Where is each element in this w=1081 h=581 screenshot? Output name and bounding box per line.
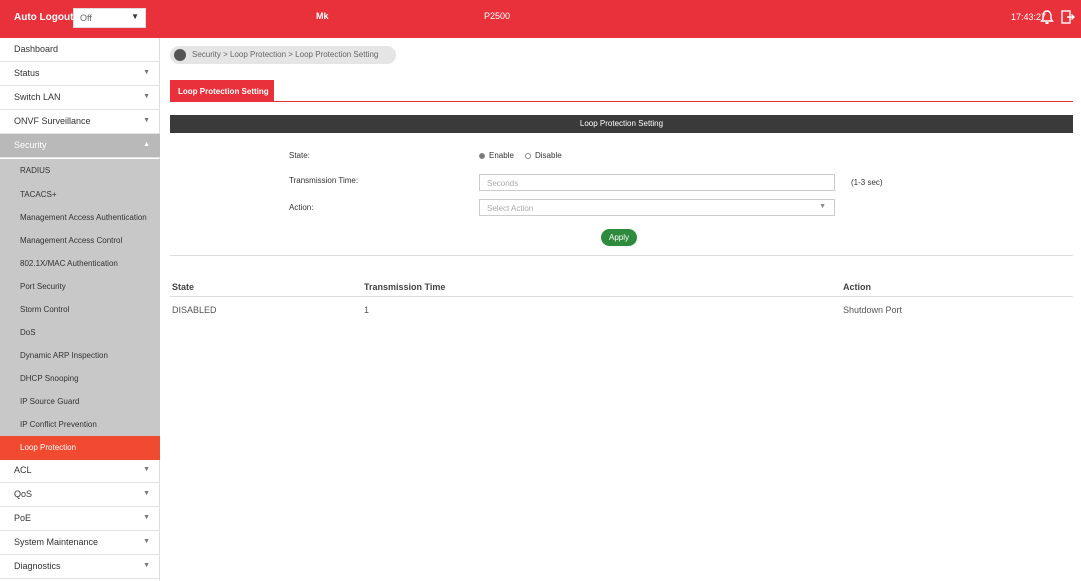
divider bbox=[170, 255, 1073, 256]
sidebar-item-label: Switch LAN bbox=[14, 92, 61, 102]
home-icon[interactable] bbox=[174, 49, 186, 61]
model-name: Mk bbox=[316, 11, 329, 21]
auto-logout-label: Auto Logout bbox=[14, 12, 74, 23]
sidebar-subitem-label: IP Conflict Prevention bbox=[20, 420, 97, 429]
table-cell-transmission-time: 1 bbox=[364, 305, 370, 315]
sidebar-subitem-loop-protection[interactable]: Loop Protection bbox=[0, 436, 160, 460]
sidebar-item-switch-lan[interactable]: Switch LAN ▼ bbox=[0, 86, 160, 110]
chevron-up-icon: ▲ bbox=[143, 141, 150, 148]
sidebar-item-label: Dashboard bbox=[14, 44, 59, 54]
sidebar-subitem-ip-source-guard[interactable]: IP Source Guard bbox=[0, 390, 160, 414]
breadcrumb: Security > Loop Protection > Loop Protec… bbox=[170, 46, 396, 64]
sidebar-item-dashboard[interactable]: Dashboard bbox=[0, 38, 160, 62]
transmission-time-hint: (1-3 sec) bbox=[851, 178, 883, 187]
table-header-action: Action bbox=[843, 282, 871, 292]
sidebar-subitem-tacacs[interactable]: TACACS+ bbox=[0, 183, 160, 207]
sidebar-subitem-label: Port Security bbox=[20, 282, 66, 291]
sidebar-subitem-label: Storm Control bbox=[20, 305, 70, 314]
sidebar-item-label: QoS bbox=[14, 489, 33, 499]
auto-logout-value: Off bbox=[80, 13, 92, 23]
chevron-down-icon: ▼ bbox=[143, 490, 150, 497]
transmission-time-input[interactable]: Seconds bbox=[479, 174, 835, 191]
state-enable-radio[interactable] bbox=[479, 153, 485, 159]
sidebar-subitem-mgmt-access-control[interactable]: Management Access Control bbox=[0, 229, 160, 253]
sidebar-item-label: System Maintenance bbox=[14, 537, 99, 547]
logout-icon[interactable] bbox=[1060, 9, 1076, 25]
sidebar-item-label: Status bbox=[14, 68, 40, 78]
auto-logout-select[interactable]: Off ▼ bbox=[73, 8, 146, 28]
state-disable-label: Disable bbox=[535, 151, 562, 160]
sidebar-item-acl[interactable]: ACL ▼ bbox=[0, 459, 160, 483]
sidebar-subitem-radius[interactable]: RADIUS bbox=[0, 159, 160, 183]
tab-loop-protection-setting[interactable]: Loop Protection Setting bbox=[170, 80, 274, 102]
state-disable-radio[interactable] bbox=[525, 153, 531, 159]
chevron-down-icon: ▼ bbox=[143, 93, 150, 100]
sidebar-subitem-port-security[interactable]: Port Security bbox=[0, 275, 160, 299]
sidebar-item-diagnostics[interactable]: Diagnostics ▼ bbox=[0, 555, 160, 579]
sidebar-subitem-label: DoS bbox=[20, 328, 36, 337]
state-label: State: bbox=[289, 151, 310, 160]
top-bar: Auto Logout Off ▼ Mk P2500 17:43:27 bbox=[0, 0, 1081, 38]
panel-title: Loop Protection Setting bbox=[170, 115, 1073, 133]
state-enable-label: Enable bbox=[489, 151, 514, 160]
apply-button[interactable]: Apply bbox=[601, 229, 637, 246]
sidebar-item-poe[interactable]: PoE ▼ bbox=[0, 507, 160, 531]
chevron-down-icon: ▼ bbox=[819, 203, 826, 210]
tab-underline bbox=[170, 101, 1073, 102]
select-placeholder: Select Action bbox=[487, 204, 534, 213]
sidebar-subitem-ip-conflict-prevention[interactable]: IP Conflict Prevention bbox=[0, 413, 160, 437]
sidebar-item-label: Diagnostics bbox=[14, 561, 61, 571]
sidebar-item-label: Security bbox=[14, 140, 47, 150]
sidebar: Dashboard Status ▼ Switch LAN ▼ ONVF Surve… bbox=[0, 38, 160, 581]
action-label: Action: bbox=[289, 203, 314, 212]
chevron-down-icon: ▼ bbox=[143, 562, 150, 569]
transmission-time-label: Transmission Time: bbox=[289, 176, 359, 185]
table-header-transmission-time: Transmission Time bbox=[364, 282, 446, 292]
chevron-down-icon: ▼ bbox=[143, 466, 150, 473]
sidebar-subitem-label: TACACS+ bbox=[20, 190, 57, 199]
sidebar-item-label: ACL bbox=[14, 465, 32, 475]
input-placeholder: Seconds bbox=[487, 179, 519, 188]
tab-label: Loop Protection Setting bbox=[178, 87, 269, 96]
sidebar-item-status[interactable]: Status ▼ bbox=[0, 62, 160, 86]
device-name: P2500 bbox=[484, 11, 511, 21]
sidebar-subitem-dynamic-arp[interactable]: Dynamic ARP Inspection bbox=[0, 344, 160, 368]
chevron-down-icon: ▼ bbox=[131, 12, 139, 21]
sidebar-item-security[interactable]: Security ▲ bbox=[0, 134, 160, 158]
sidebar-subitem-label: 802.1X/MAC Authentication bbox=[20, 259, 118, 268]
sidebar-subitem-label: RADIUS bbox=[20, 166, 51, 175]
sidebar-item-system-maintenance[interactable]: System Maintenance ▼ bbox=[0, 531, 160, 555]
table-cell-state: DISABLED bbox=[172, 305, 217, 315]
table-cell-action: Shutdown Port bbox=[843, 305, 903, 315]
sidebar-subitem-storm-control[interactable]: Storm Control bbox=[0, 298, 160, 322]
sidebar-subitem-dhcp-snooping[interactable]: DHCP Snooping bbox=[0, 367, 160, 391]
chevron-down-icon: ▼ bbox=[143, 69, 150, 76]
sidebar-subitem-label: Loop Protection bbox=[20, 443, 77, 452]
sidebar-subitem-label: IP Source Guard bbox=[20, 397, 80, 406]
action-select[interactable]: Select Action ▼ bbox=[479, 199, 835, 216]
sidebar-subitem-label: DHCP Snooping bbox=[20, 374, 79, 383]
sidebar-subitem-label: Management Access Authentication bbox=[20, 213, 147, 222]
chevron-down-icon: ▼ bbox=[143, 117, 150, 124]
sidebar-item-qos[interactable]: QoS ▼ bbox=[0, 483, 160, 507]
breadcrumb-text: Security > Loop Protection > Loop Protec… bbox=[192, 50, 379, 59]
sidebar-subitem-dos[interactable]: DoS bbox=[0, 321, 160, 345]
sidebar-subitem-label: Management Access Control bbox=[20, 236, 123, 245]
chevron-down-icon: ▼ bbox=[143, 538, 150, 545]
chevron-down-icon: ▼ bbox=[143, 514, 150, 521]
sidebar-subitem-mgmt-access-auth[interactable]: Management Access Authentication bbox=[0, 206, 160, 230]
sidebar-item-label: ONVF Surveillance bbox=[14, 116, 91, 126]
sidebar-item-label: PoE bbox=[14, 513, 32, 523]
bell-icon[interactable] bbox=[1040, 9, 1054, 25]
sidebar-subitem-label: Dynamic ARP Inspection bbox=[20, 351, 108, 360]
table-header-state: State bbox=[172, 282, 195, 292]
sidebar-subitem-8021x[interactable]: 802.1X/MAC Authentication bbox=[0, 252, 160, 276]
table-header-divider bbox=[170, 296, 1073, 297]
sidebar-item-onvf-surveillance[interactable]: ONVF Surveillance ▼ bbox=[0, 110, 160, 134]
